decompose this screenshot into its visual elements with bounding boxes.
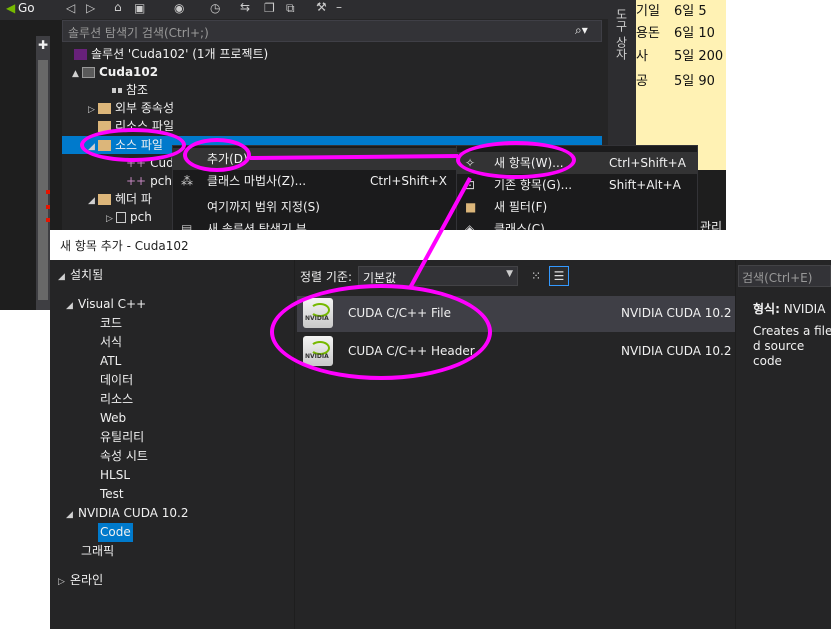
annotation-line	[408, 177, 472, 289]
annotation-line	[249, 154, 459, 160]
annotation-lines	[249, 154, 472, 289]
